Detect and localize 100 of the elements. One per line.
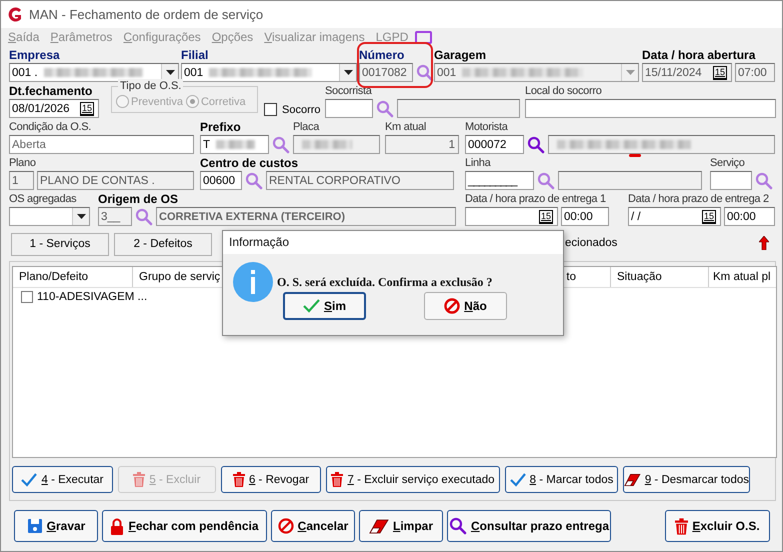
search-icon[interactable] bbox=[755, 172, 773, 190]
calendar-button[interactable]: 15 bbox=[712, 66, 727, 80]
checkbox[interactable]: Socorro bbox=[264, 103, 325, 116]
text-field[interactable]: RENTAL CORPORATIVO bbox=[266, 171, 454, 190]
footer-button[interactable]: Consultar prazo entrega bbox=[447, 510, 611, 542]
window-icon[interactable] bbox=[415, 30, 432, 44]
action-button[interactable]: 9 - Desmarcar todos bbox=[623, 466, 750, 493]
check-icon bbox=[510, 472, 526, 486]
selected-label: ecionados bbox=[565, 237, 618, 249]
field-label: Dt.fechamento bbox=[9, 84, 92, 98]
action-button[interactable]: 8 - Marcar todos bbox=[505, 466, 618, 493]
field-label: Motorista bbox=[465, 121, 508, 133]
text-field[interactable]: Aberta bbox=[9, 135, 194, 154]
text-field[interactable] bbox=[710, 171, 752, 190]
field-label: Km atual bbox=[385, 121, 426, 133]
section-button[interactable]: 2 - Defeitos bbox=[114, 232, 212, 256]
text-field[interactable]: 1 bbox=[9, 171, 34, 190]
field-label: Linha bbox=[465, 157, 490, 169]
window-title: MAN - Fechamento de ordem de serviço bbox=[29, 7, 264, 22]
column-header[interactable]: Km atual pl bbox=[709, 267, 775, 287]
check-icon bbox=[21, 472, 38, 486]
eraser-icon bbox=[368, 518, 389, 534]
column-header[interactable]: Plano/Defeito bbox=[13, 267, 133, 287]
group-title: Tipo de O.S. bbox=[118, 79, 184, 93]
trash-icon bbox=[331, 472, 344, 487]
action-button[interactable]: 7 - Excluir serviço executado bbox=[326, 466, 500, 493]
text-field[interactable] bbox=[325, 99, 373, 118]
action-button[interactable]: 4 - Executar bbox=[12, 466, 113, 493]
calendar-button[interactable]: 15 bbox=[702, 210, 716, 224]
date-field[interactable]: / / 15 bbox=[628, 207, 721, 226]
footer-button[interactable]: Fechar com pendência bbox=[102, 510, 267, 542]
dialog-message: O. S. será excluída. Confirma a exclusão ? bbox=[277, 274, 492, 290]
check-icon bbox=[302, 299, 320, 313]
field-label: Serviço bbox=[710, 157, 745, 169]
dialog-button[interactable]: Sim bbox=[283, 292, 366, 320]
search-icon[interactable] bbox=[416, 64, 434, 82]
cancel-icon bbox=[278, 518, 294, 534]
text-field[interactable] bbox=[397, 99, 520, 118]
date-field[interactable]: 08/01/2026 15 bbox=[9, 99, 99, 118]
text-field[interactable]: 00:00 bbox=[561, 207, 609, 226]
field-label: Garagem bbox=[434, 48, 486, 62]
text-field[interactable]: CORRETIVA EXTERNA (TERCEIRO) bbox=[156, 207, 456, 226]
footer-button[interactable]: Limpar bbox=[359, 510, 443, 542]
field-label: Data / hora prazo de entrega 2 bbox=[628, 193, 769, 205]
search-icon bbox=[448, 517, 467, 535]
trash-icon bbox=[133, 472, 146, 487]
field-label: Filial bbox=[181, 48, 208, 62]
text-field[interactable] bbox=[525, 99, 776, 118]
field-label: Socorrista bbox=[325, 85, 372, 97]
search-icon[interactable] bbox=[376, 100, 394, 118]
calendar-button[interactable]: 15 bbox=[80, 102, 94, 116]
lock-icon bbox=[110, 518, 124, 534]
text-field[interactable]: 00600 bbox=[200, 171, 242, 190]
search-icon[interactable] bbox=[245, 172, 263, 190]
field-label: Número bbox=[359, 48, 404, 62]
dropdown[interactable]: 001 bbox=[434, 63, 639, 82]
text-field[interactable]: 0017082 bbox=[359, 63, 413, 82]
text-field[interactable]: 3__ bbox=[98, 207, 132, 226]
trash-icon bbox=[232, 472, 245, 487]
info-icon bbox=[233, 262, 273, 302]
field-label: Condição da O.S. bbox=[9, 121, 92, 133]
text-field[interactable]: PLANO DE CONTAS . bbox=[37, 171, 194, 190]
checkbox[interactable] bbox=[21, 291, 33, 303]
footer-button[interactable]: Cancelar bbox=[271, 510, 355, 542]
text-field[interactable] bbox=[293, 135, 380, 154]
text-field[interactable]: 1 bbox=[385, 135, 459, 154]
eraser-icon bbox=[624, 472, 641, 486]
section-button[interactable]: 1 - Serviços bbox=[11, 232, 109, 256]
text-field[interactable]: T bbox=[200, 135, 269, 154]
field-label: Prefixo bbox=[200, 120, 241, 134]
column-header[interactable]: Situação bbox=[611, 267, 709, 287]
text-field[interactable]: 000072 bbox=[465, 135, 524, 154]
app-logo-icon bbox=[7, 6, 23, 22]
text-field[interactable]: 07:00 bbox=[735, 63, 775, 82]
text-field[interactable]: 00:00 bbox=[724, 207, 775, 226]
dialog-button[interactable]: Não bbox=[424, 292, 507, 320]
field-label: Data / hora prazo de entrega 1 bbox=[465, 193, 606, 205]
field-label: Local do socorro bbox=[525, 85, 602, 97]
search-icon[interactable] bbox=[135, 208, 153, 226]
up-arrow-icon[interactable] bbox=[759, 236, 769, 250]
field-label: Origem de OS bbox=[98, 192, 178, 206]
footer-button[interactable]: Gravar bbox=[14, 510, 98, 542]
search-icon[interactable] bbox=[272, 136, 290, 154]
calendar-button[interactable]: 15 bbox=[538, 210, 553, 224]
table-cell: 110-ADESIVAGEM ... bbox=[37, 291, 148, 303]
action-button[interactable]: 6 - Revogar bbox=[221, 466, 321, 493]
date-field[interactable]: 15 bbox=[465, 207, 558, 226]
search-icon[interactable] bbox=[527, 136, 545, 154]
footer-button[interactable]: Excluir O.S. bbox=[665, 510, 770, 542]
annotation-mark bbox=[629, 154, 641, 157]
date-field[interactable]: 15/11/2024 15 bbox=[642, 63, 732, 82]
cancel-icon bbox=[444, 298, 460, 314]
dropdown[interactable]: 001 bbox=[181, 63, 357, 82]
dialog-title: Informação bbox=[229, 235, 290, 249]
dropdown[interactable] bbox=[9, 207, 90, 226]
search-icon[interactable] bbox=[537, 172, 555, 190]
text-field[interactable] bbox=[548, 135, 775, 154]
text-field[interactable]: _________ bbox=[465, 171, 534, 190]
text-field[interactable] bbox=[558, 171, 702, 190]
dropdown[interactable]: 001 . bbox=[9, 63, 179, 82]
